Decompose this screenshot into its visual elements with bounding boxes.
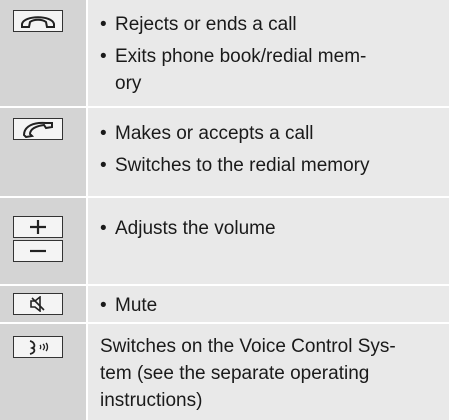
- minus-icon: [30, 249, 46, 253]
- text-cell: Mute: [88, 286, 449, 322]
- bullet-item: Makes or accepts a call: [100, 120, 437, 147]
- table-row-voice-control: Switches on the Voice Control Sys-tem (s…: [0, 322, 449, 420]
- mute-key: [13, 293, 63, 315]
- text-cell: Makes or accepts a call Switches to the …: [88, 108, 449, 196]
- icon-cell: [0, 108, 86, 196]
- end-call-icon: [21, 16, 55, 28]
- text-cell: Switches on the Voice Control Sys-tem (s…: [88, 324, 449, 420]
- volume-down-key: [13, 240, 63, 262]
- text-cell: Adjusts the volume: [88, 198, 449, 284]
- bullet-item: Switches to the redial memory: [100, 152, 437, 179]
- table-row-mute: Mute: [0, 284, 449, 322]
- text-cell: Rejects or ends a call Exits phone book/…: [88, 0, 449, 106]
- icon-cell: [0, 0, 86, 106]
- call-key: [13, 118, 63, 140]
- end-call-key: [13, 10, 63, 32]
- icon-cell: [0, 286, 86, 322]
- table-row-volume: Adjusts the volume: [0, 196, 449, 284]
- volume-up-key: [13, 216, 63, 238]
- table-row-call: Makes or accepts a call Switches to the …: [0, 106, 449, 196]
- plus-icon: [30, 220, 46, 234]
- bullet-text: Exits phone book/redial mem-ory: [115, 46, 367, 94]
- bullet-item: Mute: [100, 292, 437, 319]
- bullet-item: Rejects or ends a call: [100, 11, 437, 38]
- mute-icon: [30, 296, 45, 312]
- voice-control-key: [13, 336, 63, 358]
- icon-cell: [0, 324, 86, 420]
- bullet-item: Adjusts the volume: [100, 215, 437, 242]
- call-icon: [22, 121, 53, 138]
- bullet-item: Exits phone book/redial mem-ory: [100, 43, 437, 97]
- icon-cell: [0, 198, 86, 284]
- table-row-end-call: Rejects or ends a call Exits phone book/…: [0, 0, 449, 106]
- voice-control-icon: [29, 340, 49, 355]
- voice-control-description: Switches on the Voice Control Sys-tem (s…: [100, 336, 396, 411]
